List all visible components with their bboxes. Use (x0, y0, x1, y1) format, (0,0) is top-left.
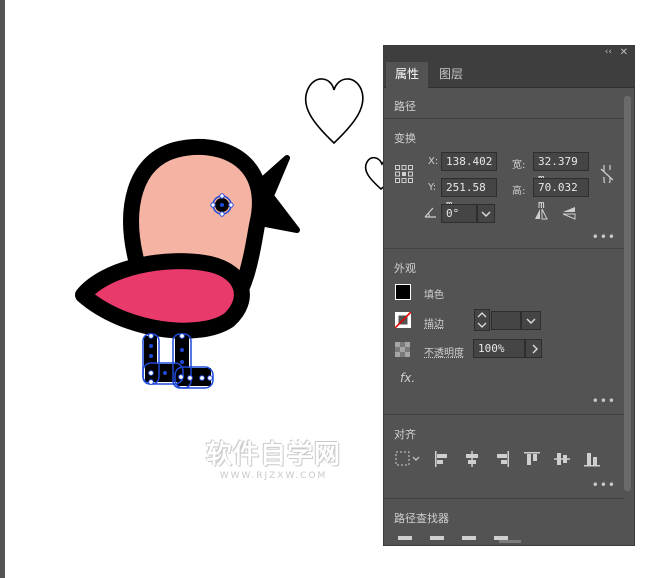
x-label: X: (428, 156, 439, 167)
constrain-proportions-icon[interactable] (600, 165, 614, 183)
reference-point-icon[interactable] (395, 165, 413, 183)
align-bottom-icon[interactable] (584, 451, 600, 467)
close-icon[interactable]: ✕ (620, 46, 628, 59)
width-label: 宽: (512, 160, 526, 171)
align-section-title: 对齐 (394, 428, 416, 441)
panel-tabs: 属性 图层 (384, 59, 634, 88)
panel-scrollbar[interactable] (624, 96, 631, 491)
path-section-title: 路径 (394, 100, 416, 113)
y-field[interactable]: 251.58 m (441, 178, 497, 211)
align-more-options[interactable]: ••• (592, 478, 616, 492)
tab-properties[interactable]: 属性 (386, 62, 429, 88)
align-to-selection-icon[interactable] (395, 451, 421, 467)
stroke-label[interactable]: 描边 (424, 315, 444, 330)
divider (384, 414, 624, 415)
opacity-label[interactable]: 不透明度 (424, 344, 464, 359)
fx-effects-button[interactable]: fx. (400, 371, 415, 385)
chevron-down-icon (526, 318, 536, 324)
properties-panel: ‹‹ ✕ 属性 图层 路径 变换 X: 138.402 Y: 251.58 m … (383, 45, 635, 546)
align-top-icon[interactable] (524, 451, 540, 467)
align-vertical-center-icon[interactable] (554, 451, 570, 467)
opacity-dropdown[interactable] (525, 339, 542, 358)
height-label: 高: (512, 186, 526, 197)
fill-label[interactable]: 填色 (424, 286, 444, 301)
divider (384, 498, 624, 499)
stroke-weight-stepper[interactable] (474, 309, 490, 331)
stroke-weight-field[interactable] (491, 311, 521, 330)
pathfinder-unite-icon[interactable] (398, 536, 412, 540)
bird-wing (75, 253, 250, 339)
pathfinder-section-title: 路径查找器 (394, 512, 449, 525)
flip-vertical-icon[interactable] (562, 206, 576, 220)
transform-more-options[interactable]: ••• (592, 230, 616, 244)
resize-grip[interactable] (499, 540, 521, 543)
divider (384, 118, 624, 119)
rotate-angle-icon (424, 207, 436, 218)
watermark: 软件自学网 WWW.RJZXW.COM (201, 440, 346, 482)
x-field[interactable]: 138.402 (441, 152, 497, 171)
flip-horizontal-icon[interactable] (534, 208, 548, 220)
fill-swatch[interactable] (395, 284, 411, 300)
align-left-icon[interactable] (434, 451, 450, 467)
opacity-field[interactable]: 100% (473, 339, 525, 358)
height-field[interactable]: 70.032 m (533, 178, 589, 211)
angle-dropdown[interactable] (477, 204, 495, 223)
align-horizontal-center-icon[interactable] (464, 451, 480, 467)
pathfinder-minus-front-icon[interactable] (430, 536, 444, 540)
opacity-checker-icon (395, 342, 410, 357)
pathfinder-intersect-icon[interactable] (462, 536, 476, 540)
align-right-icon[interactable] (494, 451, 510, 467)
chevron-down-icon (481, 211, 491, 217)
heart-shape (304, 78, 364, 145)
y-label: Y: (428, 182, 437, 193)
watermark-url: WWW.RJZXW.COM (219, 471, 328, 481)
transform-section-title: 变换 (394, 132, 416, 145)
bird-legs (142, 333, 214, 389)
width-field[interactable]: 32.379 m (533, 152, 589, 185)
watermark-text: 软件自学网 (205, 440, 341, 470)
stroke-swatch[interactable] (395, 312, 411, 328)
appearance-more-options[interactable]: ••• (592, 394, 616, 408)
chevron-right-icon (532, 344, 538, 354)
appearance-section-title: 外观 (394, 262, 416, 275)
tab-layers[interactable]: 图层 (430, 62, 472, 88)
panel-titlebar[interactable]: ‹‹ ✕ (384, 46, 634, 59)
divider (384, 248, 624, 249)
collapse-icon[interactable]: ‹‹ (605, 46, 612, 59)
angle-field[interactable]: 0° (441, 204, 477, 223)
stroke-weight-dropdown[interactable] (521, 311, 541, 330)
